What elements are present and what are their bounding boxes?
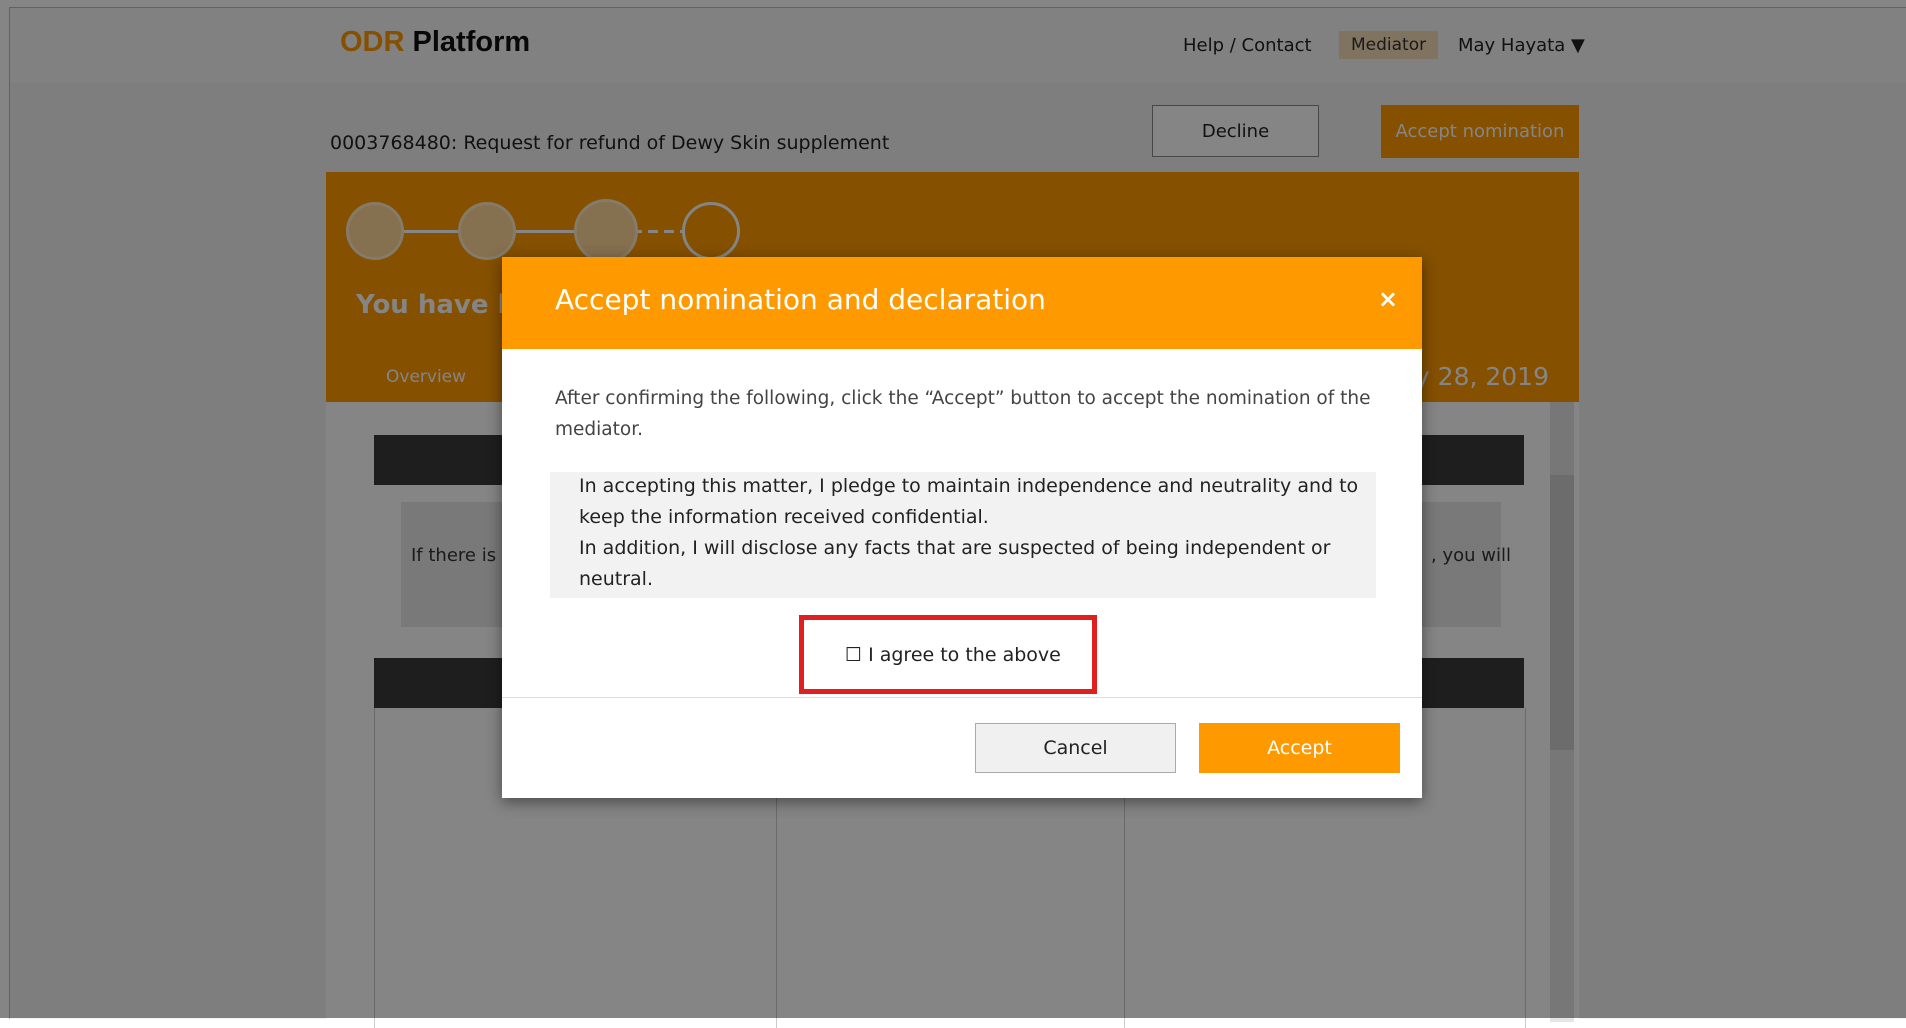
pledge-statement: In accepting this matter, I pledge to ma… [550,472,1376,598]
dialog-intro-text: After confirming the following, click th… [555,388,1371,440]
accept-nomination-dialog: Accept nomination and declaration × Afte… [502,257,1422,798]
dialog-title: Accept nomination and declaration [555,283,1046,316]
agree-checkbox[interactable]: ☐ I agree to the above [845,644,1061,666]
pledge-line: keep the information received confidenti… [579,506,989,528]
accept-button[interactable]: Accept [1199,723,1400,773]
pledge-line: neutral. [579,568,653,590]
cancel-button[interactable]: Cancel [975,723,1176,773]
pledge-line: In addition, I will disclose any facts t… [579,537,1331,559]
pledge-line: In accepting this matter, I pledge to ma… [579,475,1359,497]
dialog-footer-divider [502,697,1422,698]
dialog-header: Accept nomination and declaration × [502,257,1422,349]
close-icon[interactable]: × [1378,285,1398,313]
